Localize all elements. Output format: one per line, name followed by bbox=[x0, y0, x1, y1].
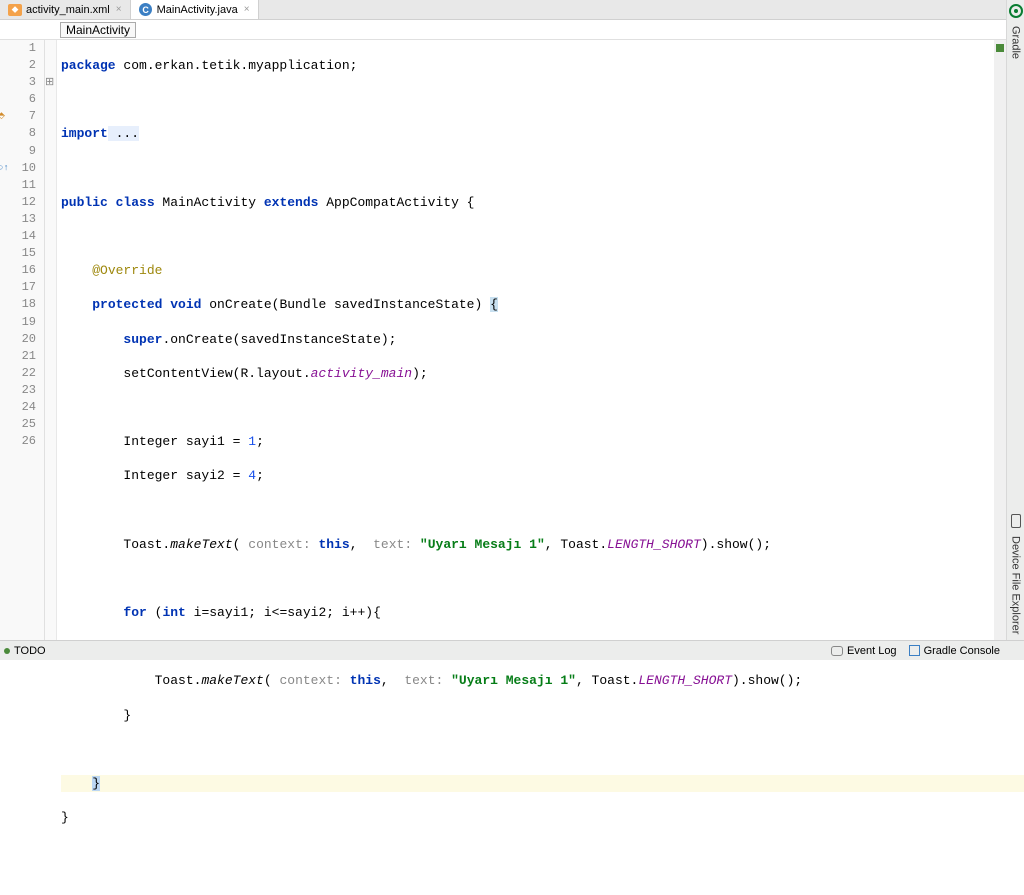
close-icon[interactable]: × bbox=[116, 4, 122, 15]
line-number: 9 bbox=[0, 143, 36, 160]
device-explorer-tool-button[interactable]: Device File Explorer bbox=[1010, 530, 1022, 640]
line-number: 12 bbox=[0, 194, 36, 211]
expand-fold-icon[interactable]: ⊞ bbox=[45, 75, 54, 89]
console-icon bbox=[909, 645, 920, 656]
gradle-console-label: Gradle Console bbox=[924, 645, 1000, 657]
breadcrumb-item[interactable]: MainActivity bbox=[60, 22, 136, 38]
line-number: 26 bbox=[0, 433, 36, 450]
breadcrumb: MainActivity bbox=[0, 20, 1024, 40]
line-number: 14 bbox=[0, 228, 36, 245]
line-number: 20 bbox=[0, 331, 36, 348]
todo-button[interactable]: TODO bbox=[4, 645, 46, 657]
event-log-button[interactable]: Event Log bbox=[831, 645, 897, 657]
line-number: 7⬘ bbox=[0, 108, 36, 125]
tab-label: activity_main.xml bbox=[26, 4, 110, 16]
fold-gutter: ⊞ bbox=[45, 40, 57, 640]
right-tool-sidebar: Gradle Device File Explorer bbox=[1006, 0, 1024, 660]
scrollbar[interactable] bbox=[994, 40, 1006, 640]
gradle-icon bbox=[1009, 4, 1023, 18]
event-log-label: Event Log bbox=[847, 645, 897, 657]
line-number: 18 bbox=[0, 296, 36, 313]
override-marker-icon: ○↑ bbox=[0, 160, 9, 177]
class-marker-icon: ⬘ bbox=[0, 108, 5, 125]
line-number: 13 bbox=[0, 211, 36, 228]
todo-label: TODO bbox=[14, 645, 46, 657]
todo-icon bbox=[4, 648, 10, 654]
line-number: 3 bbox=[0, 74, 36, 91]
line-number: 22 bbox=[0, 365, 36, 382]
editor: 1 2 3 6 7⬘ 8 9 10○↑ 11 12 13 14 15 16 17… bbox=[0, 40, 1024, 640]
line-number: 1 bbox=[0, 40, 36, 57]
code-area[interactable]: package com.erkan.tetik.myapplication; i… bbox=[57, 40, 1024, 640]
status-bar: TODO Event Log Gradle Console bbox=[0, 640, 1024, 660]
line-number: 25 bbox=[0, 416, 36, 433]
device-icon bbox=[1011, 514, 1021, 528]
line-number: 19 bbox=[0, 314, 36, 331]
java-file-icon: C bbox=[139, 3, 153, 17]
line-number: 15 bbox=[0, 245, 36, 262]
line-gutter: 1 2 3 6 7⬘ 8 9 10○↑ 11 12 13 14 15 16 17… bbox=[0, 40, 45, 640]
gradle-tool-button[interactable]: Gradle bbox=[1010, 20, 1022, 65]
analysis-status-icon bbox=[996, 44, 1004, 52]
line-number: 16 bbox=[0, 262, 36, 279]
tabs-bar: ⬥ activity_main.xml × C MainActivity.jav… bbox=[0, 0, 1024, 20]
tab-label: MainActivity.java bbox=[157, 4, 238, 16]
close-icon[interactable]: × bbox=[244, 4, 250, 15]
line-number: 11 bbox=[0, 177, 36, 194]
line-number: 6 bbox=[0, 91, 36, 108]
line-number: 24 bbox=[0, 399, 36, 416]
chat-icon bbox=[831, 646, 843, 656]
tab-activity-main[interactable]: ⬥ activity_main.xml × bbox=[0, 0, 131, 19]
line-number: 8 bbox=[0, 125, 36, 142]
line-number: 23 bbox=[0, 382, 36, 399]
line-number: 17 bbox=[0, 279, 36, 296]
line-number: 10○↑ bbox=[0, 160, 36, 177]
xml-file-icon: ⬥ bbox=[8, 3, 22, 17]
tab-main-activity[interactable]: C MainActivity.java × bbox=[131, 0, 259, 19]
line-number: 2 bbox=[0, 57, 36, 74]
gradle-console-button[interactable]: Gradle Console bbox=[909, 645, 1000, 657]
line-number: 21 bbox=[0, 348, 36, 365]
